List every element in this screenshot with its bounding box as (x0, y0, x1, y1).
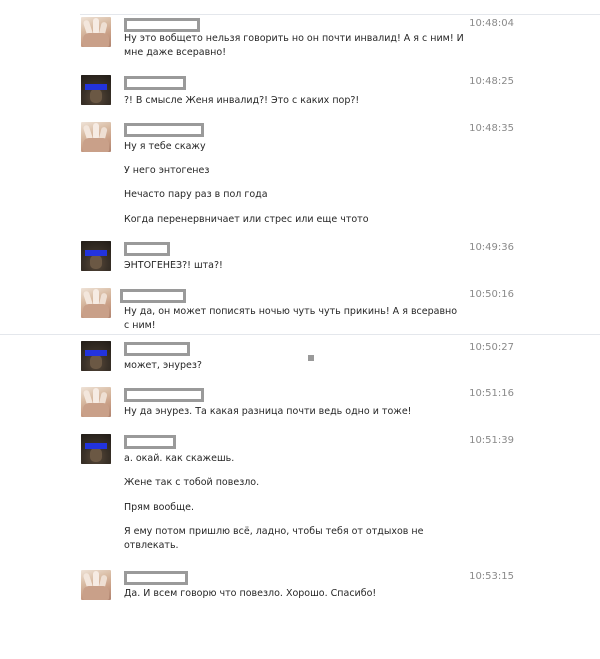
user-avatar[interactable] (81, 122, 111, 152)
message-text: Ну да энурез. Та какая разница почти вед… (124, 406, 412, 417)
user-avatar[interactable] (81, 75, 111, 105)
sender-name-redacted[interactable] (124, 435, 176, 449)
message-text: Ну это вобщето нельзя говорить но он поч… (124, 33, 464, 58)
sender-name-redacted[interactable] (124, 388, 204, 402)
message-text: может, энурез? (124, 360, 202, 371)
message-time: 10:48:25 (469, 76, 514, 87)
sender-name-redacted[interactable] (124, 18, 200, 32)
message-text: Нечасто пару раз в пол года (124, 189, 268, 200)
message-time: 10:51:39 (469, 435, 514, 446)
message-text: ?! В смысле Женя инвалид?! Это с каких п… (124, 95, 360, 106)
user-avatar[interactable] (81, 288, 111, 318)
sender-name-redacted[interactable] (124, 342, 190, 356)
middle-divider (0, 334, 600, 335)
user-avatar[interactable] (81, 341, 111, 371)
user-avatar[interactable] (81, 387, 111, 417)
message-time: 10:50:16 (469, 289, 514, 300)
message-time: 10:50:27 (469, 342, 514, 353)
message-text: Когда перенервничает или стрес или еще ч… (124, 214, 369, 225)
user-avatar[interactable] (81, 434, 111, 464)
message-text: Ну я тебе скажу (124, 141, 206, 152)
message-text: ЭНТОГЕНЕЗ?! шта?! (124, 260, 223, 271)
user-avatar[interactable] (81, 241, 111, 271)
message-time: 10:48:04 (469, 18, 514, 29)
sender-name-redacted[interactable] (124, 242, 170, 256)
message-time: 10:53:15 (469, 571, 514, 582)
message-time: 10:48:35 (469, 123, 514, 134)
sender-name-redacted[interactable] (124, 76, 186, 90)
message-text: Жене так с тобой повезло. (124, 477, 260, 488)
message-text: Ну да, он может пописять ночью чуть чуть… (124, 306, 458, 331)
message-text: У него энтогенез (124, 165, 210, 176)
sender-name-redacted[interactable] (120, 289, 186, 303)
message-text: а. окай. как скажешь. (124, 453, 235, 464)
message-text: Я ему потом пришлю всё, ладно, чтобы теб… (124, 526, 424, 551)
message-time: 10:49:36 (469, 242, 514, 253)
message-text: Прям вообще. (124, 502, 194, 513)
message-text: Да. И всем говорю что повезло. Хорошо. С… (124, 588, 377, 599)
message-time: 10:51:16 (469, 388, 514, 399)
sender-name-redacted[interactable] (124, 571, 188, 585)
sender-name-redacted[interactable] (124, 123, 204, 137)
user-avatar[interactable] (81, 570, 111, 600)
top-divider (80, 14, 600, 15)
user-avatar[interactable] (81, 17, 111, 47)
